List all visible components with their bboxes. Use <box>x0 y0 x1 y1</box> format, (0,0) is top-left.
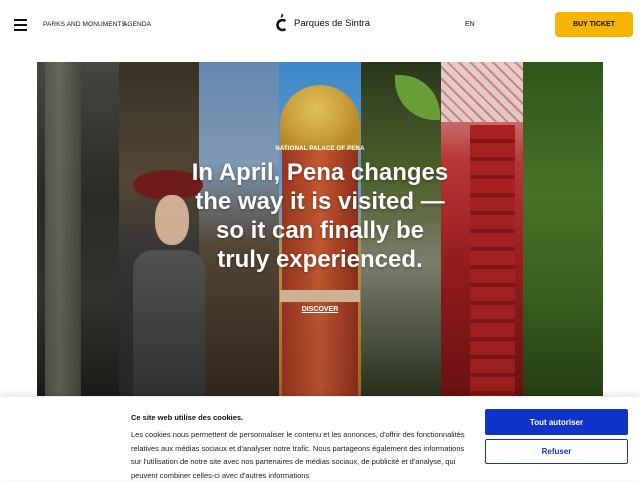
hamburger-menu-icon[interactable] <box>14 19 27 31</box>
buy-ticket-button[interactable]: BUY TICKET <box>555 12 633 37</box>
hero-eyebrow: NATIONAL PALACE OF PENA <box>275 146 365 152</box>
cookie-body: Les cookies nous permettent de personnal… <box>131 430 465 480</box>
site-logo[interactable]: Parques de Sintra <box>276 12 370 34</box>
site-header: PARKS AND MONUMENTS AGENDA Parques de Si… <box>0 0 640 50</box>
language-selector[interactable]: EN <box>465 21 475 28</box>
logo-text: Parques de Sintra <box>294 17 371 29</box>
discover-link[interactable]: DISCOVER <box>37 306 603 313</box>
cookie-banner: Ce site web utilise des cookies. Les coo… <box>0 397 640 480</box>
cookie-title: Ce site web utilise des cookies. <box>131 413 244 422</box>
hero-headline: In April, Pena changes the way it is vis… <box>191 159 449 273</box>
nav-agenda[interactable]: AGENDA <box>123 21 151 28</box>
hero-banner: NATIONAL PALACE OF PENA In April, Pena c… <box>37 62 603 396</box>
nav-parks-and-monuments[interactable]: PARKS AND MONUMENTS <box>43 21 126 28</box>
refuse-cookies-button[interactable]: Refuser <box>485 439 628 464</box>
allow-all-cookies-button[interactable]: Tout autoriser <box>485 409 628 435</box>
sintra-logo-icon <box>276 13 287 32</box>
hero-text: NATIONAL PALACE OF PENA In April, Pena c… <box>37 62 603 396</box>
